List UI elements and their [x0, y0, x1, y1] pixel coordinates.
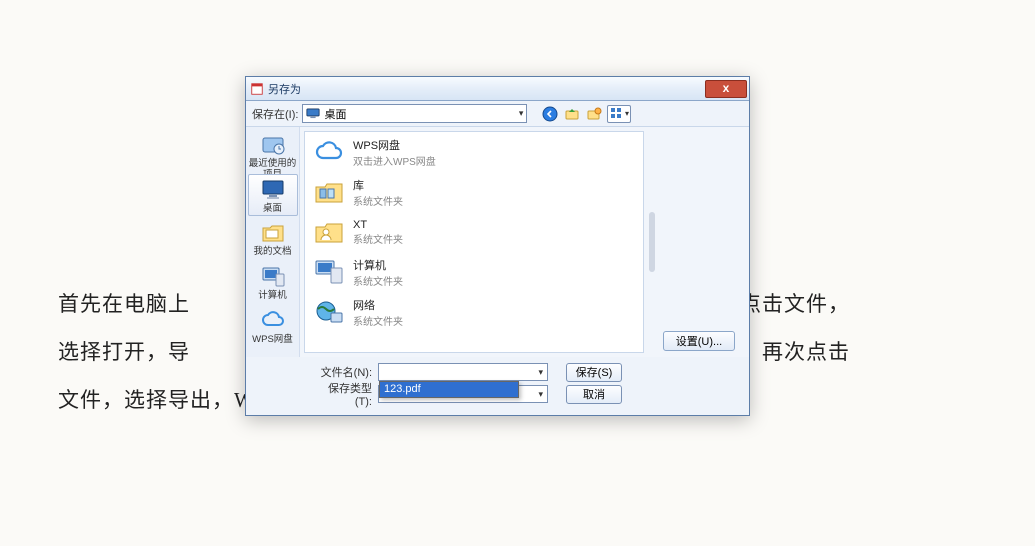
list-item[interactable]: 计算机系统文件夹: [305, 252, 643, 292]
scrollbar[interactable]: [644, 131, 660, 353]
sidebar-item-label: WPS网盘: [248, 334, 298, 345]
chevron-down-icon: ▾: [519, 108, 524, 119]
filetype-label: 保存类型(T):: [312, 380, 372, 408]
filename-combo[interactable]: ▾ 123.pdf: [378, 363, 548, 381]
file-list[interactable]: WPS网盘双击进入WPS网盘 库系统文件夹 XT系统文件夹 计算机系统文件夹 网…: [304, 131, 644, 353]
filename-dropdown[interactable]: 123.pdf: [379, 381, 519, 398]
cloud-icon: [313, 136, 345, 168]
filename-option[interactable]: 123.pdf: [380, 382, 518, 397]
sidebar-item-desktop[interactable]: 桌面: [248, 174, 298, 216]
sidebar-item-label: 我的文档: [248, 246, 298, 257]
sidebar-item-documents[interactable]: 我的文档: [248, 218, 298, 260]
save-in-dropdown[interactable]: 桌面 ▾: [302, 104, 527, 123]
desktop-icon: [306, 108, 320, 119]
filename-label: 文件名(N):: [312, 364, 372, 380]
close-button[interactable]: x: [705, 80, 747, 98]
titlebar: 另存为 x: [246, 77, 749, 101]
sidebar-item-computer[interactable]: 计算机: [248, 262, 298, 304]
toolbar: 保存在(I): 桌面 ▾ ▾: [246, 101, 749, 127]
settings-button[interactable]: 设置(U)...: [663, 331, 735, 351]
list-item[interactable]: WPS网盘双击进入WPS网盘: [305, 132, 643, 172]
dialog-title: 另存为: [268, 81, 301, 97]
save-in-label: 保存在(I):: [252, 106, 298, 122]
sidebar-item-wpscloud[interactable]: WPS网盘: [248, 306, 298, 348]
sidebar-item-recent[interactable]: 最近使用的项目: [248, 130, 298, 172]
computer-icon: [313, 256, 345, 288]
list-item[interactable]: 网络系统文件夹: [305, 292, 643, 332]
list-item[interactable]: XT系统文件夹: [305, 212, 643, 252]
cancel-button[interactable]: 取消: [566, 385, 622, 404]
bottom-panel: 文件名(N): ▾ 123.pdf 保存(S) 保存类型(T): ▾ 取消: [246, 357, 749, 415]
sidebar-item-label: 桌面: [249, 203, 297, 214]
save-as-dialog: 另存为 x 保存在(I): 桌面 ▾ ▾: [245, 76, 750, 416]
save-in-value: 桌面: [324, 106, 346, 122]
view-mode-icon[interactable]: ▾: [607, 105, 631, 123]
save-button[interactable]: 保存(S): [566, 363, 622, 382]
app-icon: [250, 82, 264, 96]
user-folder-icon: [313, 216, 345, 248]
chevron-down-icon: ▾: [534, 367, 547, 378]
library-folder-icon: [313, 176, 345, 208]
new-folder-icon[interactable]: [585, 105, 603, 123]
nav-back-icon[interactable]: [541, 105, 559, 123]
list-item[interactable]: 库系统文件夹: [305, 172, 643, 212]
network-icon: [313, 296, 345, 328]
sidebar-item-label: 计算机: [248, 290, 298, 301]
chevron-down-icon: ▾: [534, 389, 547, 400]
places-sidebar: 最近使用的项目 桌面 我的文档 计算机 WPS网盘: [246, 127, 300, 357]
nav-up-icon[interactable]: [563, 105, 581, 123]
